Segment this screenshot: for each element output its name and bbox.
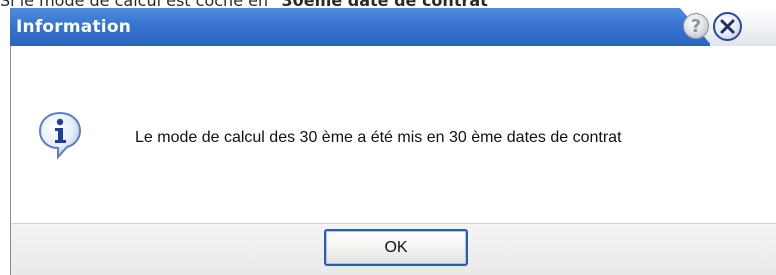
dialog-button-bar: OK: [10, 223, 776, 275]
ok-button[interactable]: OK: [324, 229, 468, 266]
information-icon: [38, 111, 82, 160]
dialog-message: Le mode de calcul des 30 ème a été mis e…: [135, 129, 622, 146]
dialog-title: Information: [16, 17, 132, 37]
information-dialog: Information ? Le mode de calcul des 30 è…: [10, 8, 776, 275]
dialog-body: Le mode de calcul des 30 ème a été mis e…: [10, 46, 776, 223]
help-button[interactable]: ?: [683, 13, 709, 39]
dialog-titlebar[interactable]: Information ?: [10, 8, 776, 46]
help-icon: ?: [690, 15, 702, 37]
screen: Si le mode de calcul est coché en "30ème…: [0, 0, 776, 275]
close-icon: [720, 19, 735, 34]
close-button[interactable]: [713, 12, 742, 41]
